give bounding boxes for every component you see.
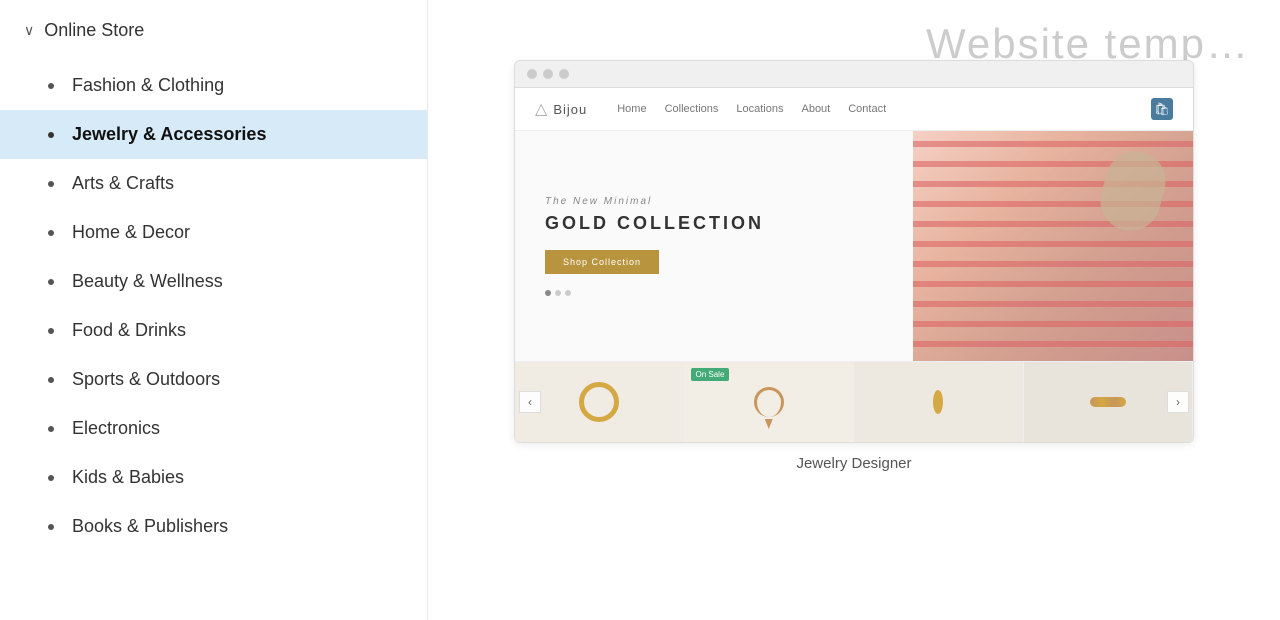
page-title: Website temp… (926, 20, 1250, 60)
sidebar-item-beauty[interactable]: Beauty & Wellness (0, 257, 427, 306)
nav-link[interactable]: Locations (736, 103, 783, 115)
nav-link[interactable]: Collections (665, 103, 719, 115)
sidebar-item-books[interactable]: Books & Publishers (0, 502, 427, 551)
sidebar-item-fashion[interactable]: Fashion & Clothing (0, 61, 427, 110)
chevron-down-icon: ∨ (24, 22, 34, 39)
earring-icon (933, 390, 943, 414)
sidebar-item-label: Books & Publishers (72, 516, 228, 537)
hero-dot-1 (545, 290, 551, 296)
sidebar-item-home[interactable]: Home & Decor (0, 208, 427, 257)
sidebar-item-label: Sports & Outdoors (72, 369, 220, 390)
sidebar: ∨ Online Store Fashion & Clothing Jewelry… (0, 0, 428, 620)
sidebar-item-label: Fashion & Clothing (72, 75, 224, 96)
sidebar-items-list: Fashion & Clothing Jewelry & Accessories A… (0, 61, 427, 551)
preview-card: △ Bijou Home Collections Locations About Con… (514, 60, 1194, 443)
sidebar-item-jewelry[interactable]: Jewelry & Accessories (0, 110, 427, 159)
sidebar-item-food[interactable]: Food & Drinks (0, 306, 427, 355)
sidebar-item-label: Kids & Babies (72, 467, 184, 488)
sidebar-item-label: Jewelry & Accessories (72, 124, 266, 145)
product-thumb-2[interactable]: On Sale (685, 362, 855, 442)
nav-link[interactable]: Contact (848, 103, 886, 115)
prev-arrow-button[interactable]: ‹ (519, 391, 541, 413)
sidebar-dot (48, 83, 54, 89)
sidebar-item-label: Home & Decor (72, 222, 190, 243)
sidebar-dot (48, 328, 54, 334)
sidebar-dot (48, 524, 54, 530)
next-arrow-button[interactable]: › (1167, 391, 1189, 413)
nav-cart-icon[interactable]: 🛍 (1151, 98, 1173, 120)
nav-link[interactable]: Home (617, 103, 646, 115)
hero-subtitle: The New Minimal (545, 196, 883, 207)
browser-chrome (515, 61, 1193, 88)
hero-shop-button[interactable]: Shop Collection (545, 250, 659, 274)
on-sale-badge: On Sale (691, 368, 730, 381)
nav-link[interactable]: About (801, 103, 830, 115)
product-thumb-3[interactable] (854, 362, 1024, 442)
hero-dots (545, 290, 883, 296)
sidebar-item-label: Arts & Crafts (72, 173, 174, 194)
preview-logo: △ Bijou (535, 99, 587, 119)
browser-dot-1 (527, 69, 537, 79)
sidebar-dot (48, 181, 54, 187)
sidebar-item-label: Food & Drinks (72, 320, 186, 341)
preview-products: ‹ On Sale › (515, 361, 1193, 442)
preview-label: Jewelry Designer (784, 443, 923, 484)
sidebar-item-label: Electronics (72, 418, 160, 439)
hero-title: GOLD COLLECTION (545, 213, 883, 234)
sidebar-dot (48, 426, 54, 432)
chain-icon (1090, 397, 1126, 407)
sidebar-dot (48, 377, 54, 383)
sidebar-item-label: Beauty & Wellness (72, 271, 223, 292)
sidebar-dot (48, 279, 54, 285)
logo-icon: △ (535, 99, 547, 119)
preview-nav: △ Bijou Home Collections Locations About Con… (515, 88, 1193, 131)
preview-hero-text: The New Minimal GOLD COLLECTION Shop Col… (515, 131, 913, 361)
page-title-area: Website temp… (458, 20, 1250, 60)
website-preview: △ Bijou Home Collections Locations About Con… (515, 88, 1193, 442)
preview-nav-links: Home Collections Locations About Contact (617, 103, 886, 115)
sidebar-header-label: Online Store (44, 20, 144, 41)
browser-dot-2 (543, 69, 553, 79)
sidebar-item-sports[interactable]: Sports & Outdoors (0, 355, 427, 404)
sidebar-item-arts[interactable]: Arts & Crafts (0, 159, 427, 208)
ring-icon (579, 382, 619, 422)
sidebar-item-electronics[interactable]: Electronics (0, 404, 427, 453)
sidebar-dot (48, 230, 54, 236)
preview-hero: The New Minimal GOLD COLLECTION Shop Col… (515, 131, 1193, 361)
main-content: Website temp… △ Bijou Home Collections Loc… (428, 0, 1280, 620)
sidebar-dot (48, 132, 54, 138)
sidebar-header[interactable]: ∨ Online Store (0, 20, 427, 61)
browser-dot-3 (559, 69, 569, 79)
hero-dot-2 (555, 290, 561, 296)
sidebar-dot (48, 475, 54, 481)
necklace-icon (754, 387, 784, 417)
sidebar-item-kids[interactable]: Kids & Babies (0, 453, 427, 502)
logo-text: Bijou (553, 102, 587, 117)
preview-hero-image (913, 131, 1193, 361)
hero-dot-3 (565, 290, 571, 296)
